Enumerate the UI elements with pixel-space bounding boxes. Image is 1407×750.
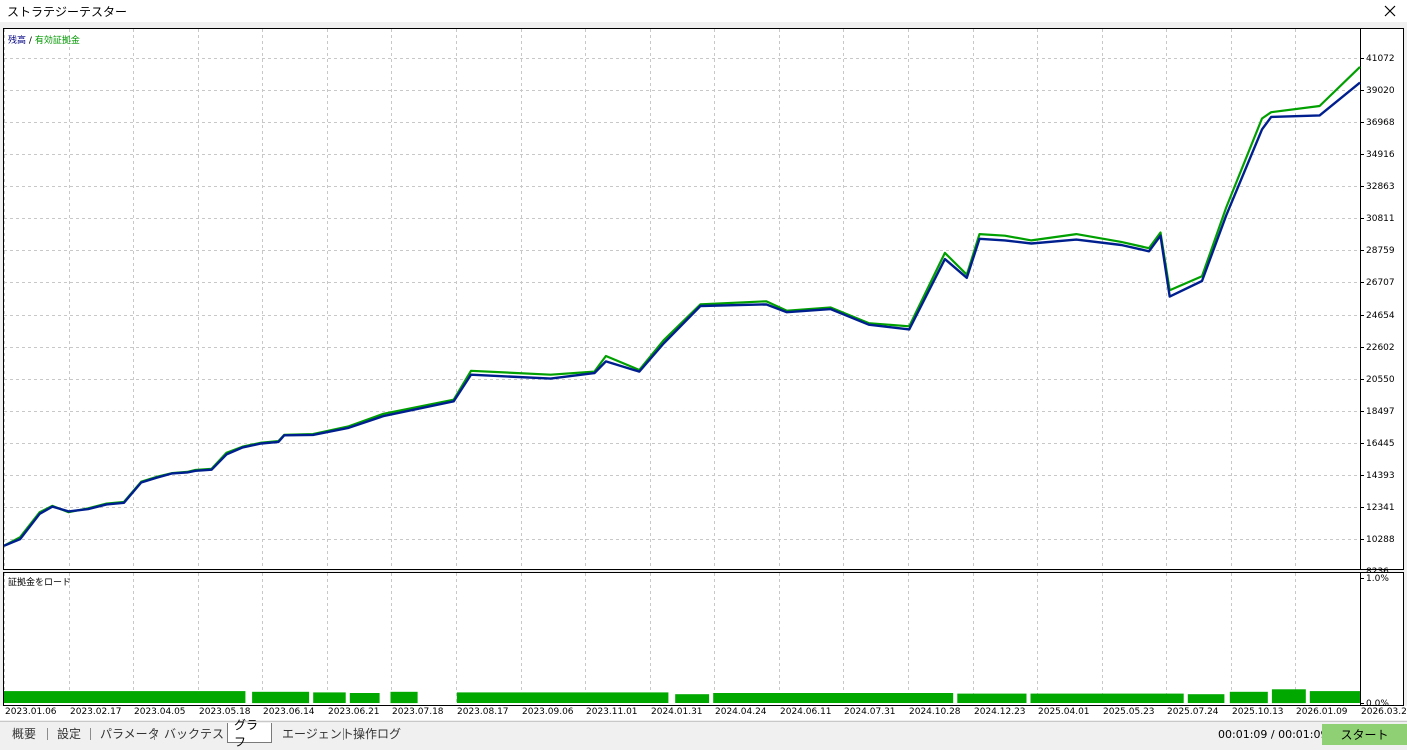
y-tick-label: 20550 <box>1366 374 1395 385</box>
tab-label: パラメータ <box>100 726 160 741</box>
balance-chart[interactable]: 残高 / 有効証拠金 41072 39020 36968 34916 32863 3081… <box>3 28 1404 577</box>
y-tick-label: 41072 <box>1366 53 1395 64</box>
y-tick-label: 18497 <box>1366 406 1395 417</box>
window-title: ストラテジーテスター <box>7 5 128 19</box>
x-tick-label: 2023.06.21 <box>328 707 380 717</box>
y-tick-label: 14393 <box>1366 470 1395 481</box>
balance-line <box>4 81 1361 547</box>
balance-chart-plot <box>4 29 1364 569</box>
y-tick-label: 22602 <box>1366 342 1395 353</box>
margin-load-bar <box>390 691 418 704</box>
x-tick-label: 2024.07.31 <box>844 707 896 717</box>
margin-load-bar <box>456 692 669 703</box>
y-tick-label: 34916 <box>1366 149 1395 160</box>
x-tick-label: 2025.07.24 <box>1167 707 1219 717</box>
x-tick-label: 2025.04.01 <box>1038 707 1090 717</box>
margin-load-bar <box>349 693 380 703</box>
tab-divider <box>154 728 155 740</box>
x-tick-label: 2024.10.28 <box>909 707 961 717</box>
y-tick-label: 36968 <box>1366 117 1395 128</box>
x-tick-label: 2025.10.13 <box>1232 707 1284 717</box>
x-tick-label: 2023.04.05 <box>134 707 186 717</box>
y-tick-label: 28759 <box>1366 245 1395 256</box>
x-tick-label: 2024.04.24 <box>715 707 767 717</box>
legend-equity: 有効証拠金 <box>34 36 80 46</box>
x-tick-label: 2023.06.14 <box>263 707 315 717</box>
x-tick-label: 2023.08.17 <box>457 707 509 717</box>
equity-line <box>4 66 1361 547</box>
tab-divider <box>343 728 344 740</box>
margin-load-bar <box>252 691 310 704</box>
y-tick-label: 16445 <box>1366 438 1395 449</box>
margin-load-bar <box>313 692 346 703</box>
margin-load-chart[interactable]: 証拠金をロード 1.0% 0.0% <box>3 572 1404 709</box>
tab-graph[interactable]: グラフ <box>227 718 272 749</box>
margin-load-bar <box>1187 694 1225 703</box>
x-tick-label: 2023.02.17 <box>70 707 122 717</box>
x-tick-label: 2023.01.06 <box>5 707 57 717</box>
margin-load-bar <box>1229 691 1268 704</box>
margin-load-bar <box>1309 691 1360 703</box>
tab-summary[interactable]: 概要 <box>6 723 42 743</box>
tab-divider <box>90 728 91 740</box>
margin-y-tick-label: 1.0% <box>1366 573 1389 584</box>
tab-divider <box>47 728 48 740</box>
chart-legend: 残高 / 有効証拠金 <box>8 33 80 46</box>
close-button[interactable] <box>1373 0 1407 22</box>
x-tick-label: 2025.05.23 <box>1103 707 1155 717</box>
margin-load-legend: 証拠金をロード <box>8 578 72 588</box>
tab-label: 設定 <box>57 726 82 741</box>
y-tick-label: 30811 <box>1366 213 1395 224</box>
tab-journal[interactable]: 操作ログ <box>347 723 407 743</box>
close-icon <box>1384 5 1396 17</box>
tab-label: グラフ <box>234 717 259 749</box>
x-tick-label: 2023.09.06 <box>522 707 574 717</box>
x-tick-label: 2024.06.11 <box>780 707 832 717</box>
margin-load-bar <box>4 691 246 703</box>
x-tick-label: 2026.01.09 <box>1296 707 1348 717</box>
margin-load-bar <box>713 693 954 703</box>
elapsed-time: 00:01:09 / 00:01:09 <box>1218 728 1328 741</box>
margin-load-plot <box>4 573 1364 705</box>
start-button[interactable]: スタート <box>1322 724 1407 745</box>
tab-label: 概要 <box>12 726 37 741</box>
y-tick-label: 24654 <box>1366 310 1395 321</box>
margin-load-bar <box>675 694 710 703</box>
start-label: スタート <box>1340 728 1389 742</box>
legend-separator: / <box>28 36 32 46</box>
tab-label: バックテスト <box>164 726 237 741</box>
tab-bar: 概要 設定 パラメータ バックテスト グラフ エージェント 操作ログ 00:01… <box>0 718 1407 749</box>
legend-balance: 残高 <box>8 36 27 46</box>
y-tick-label: 39020 <box>1366 85 1395 96</box>
margin-load-bar <box>957 693 1027 703</box>
x-tick-label: 2026.03.27 <box>1361 707 1407 717</box>
y-tick-label: 32863 <box>1366 181 1395 192</box>
title-bar: ストラテジーテスター <box>0 0 1407 22</box>
tab-label: 操作ログ <box>353 726 402 741</box>
x-tick-label: 2023.07.18 <box>392 707 444 717</box>
x-tick-label: 2024.12.23 <box>974 707 1026 717</box>
x-tick-label: 2024.01.31 <box>651 707 703 717</box>
margin-load-bar <box>1271 689 1306 704</box>
x-tick-label: 2023.11.01 <box>586 707 638 717</box>
tab-settings[interactable]: 設定 <box>51 723 87 743</box>
y-tick-label: 12341 <box>1366 502 1395 513</box>
y-tick-label: 26707 <box>1366 277 1395 288</box>
x-axis: 2023.01.06 2023.02.17 2023.04.05 2023.05.18… <box>0 706 1407 720</box>
margin-load-bar <box>1030 693 1184 703</box>
y-tick-label: 10288 <box>1366 534 1395 545</box>
